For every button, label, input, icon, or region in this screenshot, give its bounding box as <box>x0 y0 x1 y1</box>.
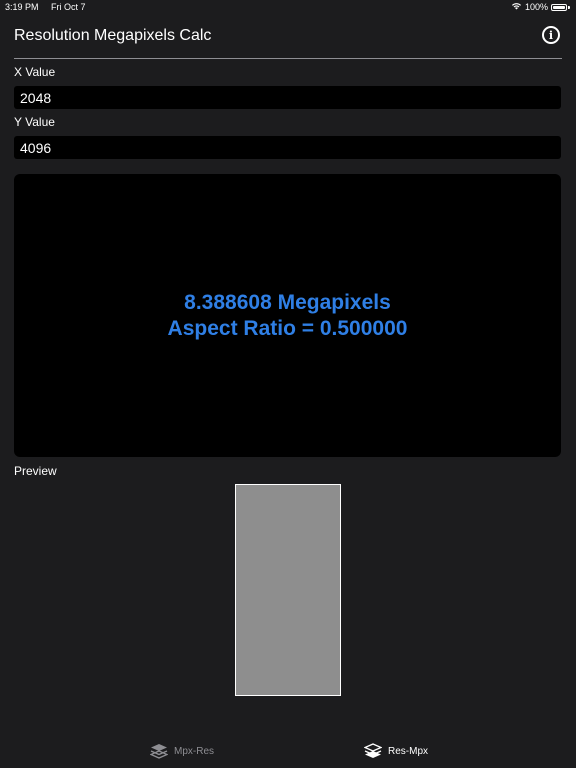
status-date: Fri Oct 7 <box>51 2 86 12</box>
tab-label: Mpx-Res <box>174 745 215 757</box>
battery-icon <box>551 3 567 11</box>
status-bar: 3:19 PM Fri Oct 7 100% <box>0 0 576 14</box>
y-value-input[interactable] <box>14 136 561 159</box>
megapixels-result: 8.388608 Megapixels <box>184 290 391 314</box>
x-value-label: X Value <box>14 65 56 79</box>
info-icon[interactable]: i <box>542 26 560 44</box>
wifi-icon <box>511 2 522 12</box>
layers-icon <box>364 742 382 760</box>
battery-tip <box>568 5 570 9</box>
status-left: 3:19 PM Fri Oct 7 <box>5 2 96 12</box>
tab-bar: Mpx-Res Res-Mpx <box>0 736 576 768</box>
page-title: Resolution Megapixels Calc <box>14 27 212 44</box>
tab-label: Res-Mpx <box>388 745 429 757</box>
tab-res-mpx[interactable]: Res-Mpx <box>364 742 428 760</box>
layers-icon <box>150 742 168 760</box>
y-value-label: Y Value <box>14 115 55 129</box>
status-time: 3:19 PM <box>5 2 39 12</box>
preview-label: Preview <box>14 464 57 478</box>
x-value-input[interactable] <box>14 86 561 109</box>
aspect-ratio-result: Aspect Ratio = 0.500000 <box>167 316 408 340</box>
nav-bar: Resolution Megapixels Calc i <box>14 22 562 59</box>
preview-rectangle <box>235 484 341 696</box>
result-panel: 8.388608 Megapixels Aspect Ratio = 0.500… <box>14 174 561 457</box>
status-right: 100% <box>511 2 570 12</box>
battery-percent: 100% <box>524 2 548 12</box>
tab-mpx-res[interactable]: Mpx-Res <box>150 742 214 760</box>
